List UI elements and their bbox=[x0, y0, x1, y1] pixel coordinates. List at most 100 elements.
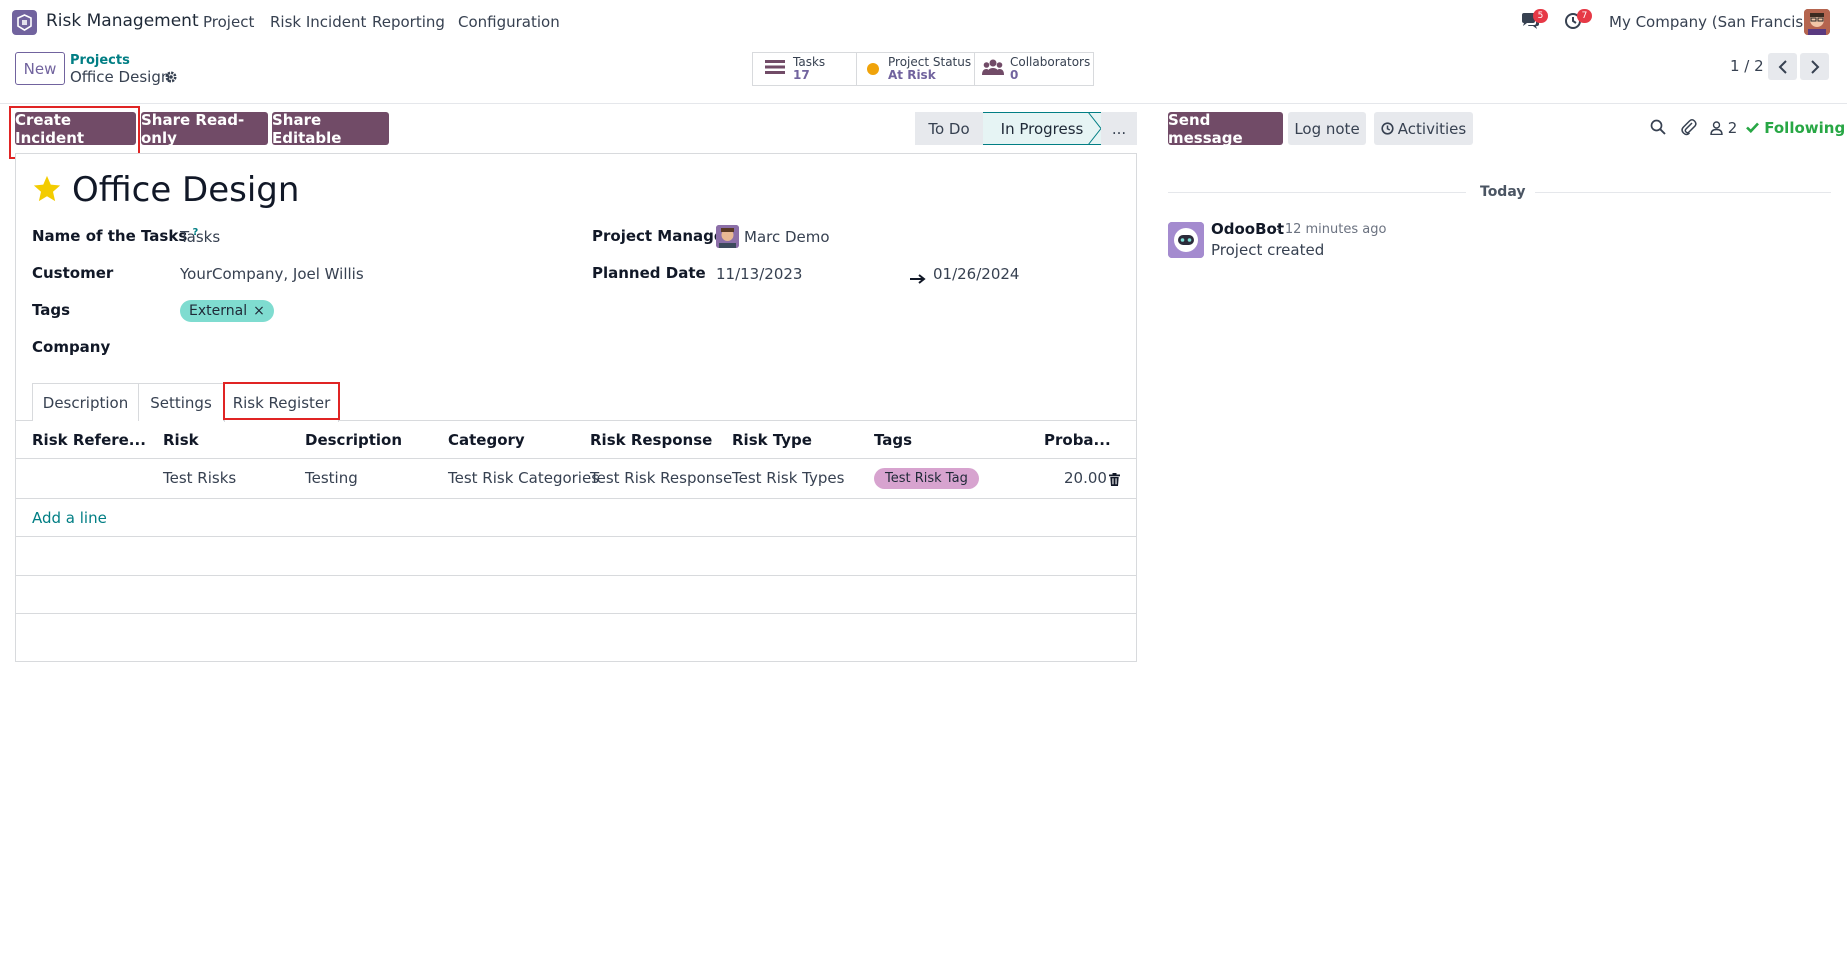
app-logo-icon[interactable] bbox=[12, 10, 37, 35]
table-header-divider bbox=[16, 458, 1136, 459]
cell-risk-response: Test Risk Response bbox=[590, 469, 733, 487]
collaborators-label: Collaborators bbox=[1010, 55, 1091, 69]
planned-date-label: Planned Date bbox=[592, 264, 706, 282]
column-header-category[interactable]: Category bbox=[448, 431, 525, 449]
column-header-tags[interactable]: Tags bbox=[874, 431, 912, 449]
app-name[interactable]: Risk Management bbox=[46, 11, 199, 31]
following-button[interactable]: Following bbox=[1746, 119, 1845, 137]
column-header-description[interactable]: Description bbox=[305, 431, 402, 449]
planned-end-field[interactable]: 01/26/2024 bbox=[933, 265, 1019, 283]
company-label: Company bbox=[32, 338, 111, 356]
add-line-link[interactable]: Add a line bbox=[32, 509, 107, 527]
clock-icon bbox=[1381, 122, 1394, 135]
stat-collaborators[interactable]: Collaborators 0 bbox=[974, 52, 1094, 86]
tab-settings[interactable]: Settings bbox=[138, 383, 224, 421]
create-incident-highlight bbox=[9, 106, 140, 159]
tasks-icon bbox=[765, 59, 785, 79]
message-body: Project created bbox=[1211, 241, 1325, 259]
stage-in-progress[interactable]: In Progress bbox=[983, 112, 1101, 145]
column-header-risk-reference[interactable]: Risk Refere... bbox=[32, 431, 146, 449]
share-editable-button[interactable]: Share Editable bbox=[272, 111, 389, 147]
date-separator-line bbox=[1168, 192, 1466, 193]
menu-configuration[interactable]: Configuration bbox=[458, 13, 560, 31]
risk-register-highlight bbox=[223, 382, 340, 420]
messages-icon[interactable]: 5 bbox=[1520, 9, 1548, 34]
date-separator-line bbox=[1535, 192, 1831, 193]
search-icon[interactable] bbox=[1650, 119, 1666, 139]
collaborators-count: 0 bbox=[1010, 68, 1019, 82]
planned-start-field[interactable]: 11/13/2023 bbox=[716, 265, 802, 283]
project-manager-label: Project Manager bbox=[592, 227, 732, 245]
project-manager-field[interactable]: Marc Demo bbox=[744, 228, 830, 246]
cell-category: Test Risk Categories bbox=[448, 469, 600, 487]
chevron-left-icon bbox=[1778, 59, 1787, 74]
activities-clock-icon[interactable]: 7 bbox=[1564, 9, 1592, 34]
message-timestamp: - 12 minutes ago bbox=[1276, 222, 1387, 237]
stage-arrow-icon bbox=[1088, 112, 1102, 145]
column-header-risk[interactable]: Risk bbox=[163, 431, 199, 449]
status-value: At Risk bbox=[888, 68, 936, 82]
cell-risk-type: Test Risk Types bbox=[732, 469, 845, 487]
cell-description: Testing bbox=[305, 469, 358, 487]
stage-todo[interactable]: To Do bbox=[915, 112, 983, 145]
activities-button-label: Activities bbox=[1397, 119, 1467, 138]
top-navbar: Risk Management Project Risk Incident Re… bbox=[0, 0, 1847, 44]
tag-remove-icon[interactable]: × bbox=[253, 303, 265, 319]
activities-badge: 7 bbox=[1577, 9, 1592, 23]
collaborators-icon bbox=[982, 58, 1004, 80]
column-header-probability[interactable]: Proba... bbox=[1044, 431, 1111, 449]
customer-field[interactable]: YourCompany, Joel Willis bbox=[180, 265, 364, 283]
stage-more-button[interactable]: ... bbox=[1101, 112, 1137, 145]
pager-previous-button[interactable] bbox=[1768, 53, 1797, 80]
odoobot-avatar[interactable] bbox=[1168, 222, 1204, 258]
user-avatar[interactable] bbox=[1804, 9, 1830, 35]
favorite-star-icon[interactable] bbox=[32, 174, 62, 204]
menu-risk-incident[interactable]: Risk Incident bbox=[270, 13, 366, 31]
new-button[interactable]: New bbox=[15, 52, 65, 85]
paperclip-icon[interactable] bbox=[1681, 119, 1697, 140]
arrow-right-icon bbox=[910, 270, 926, 288]
chevron-right-icon bbox=[1810, 59, 1819, 74]
control-panel-divider bbox=[0, 103, 1847, 104]
tab-description[interactable]: Description bbox=[32, 383, 139, 421]
tag-external-label: External bbox=[189, 303, 248, 319]
breadcrumb-projects[interactable]: Projects bbox=[70, 53, 130, 68]
cell-probability: 20.00 bbox=[1064, 469, 1107, 487]
gear-icon[interactable] bbox=[164, 70, 178, 84]
cell-risk: Test Risks bbox=[163, 469, 237, 487]
share-readonly-button[interactable]: Share Read-only bbox=[141, 111, 268, 147]
menu-project[interactable]: Project bbox=[203, 13, 254, 31]
tags-label: Tags bbox=[32, 301, 71, 319]
log-note-button[interactable]: Log note bbox=[1288, 112, 1366, 145]
messages-badge: 5 bbox=[1533, 9, 1548, 23]
breadcrumb-current: Office Design bbox=[70, 68, 171, 86]
row-divider bbox=[16, 575, 1136, 576]
stat-project-status[interactable]: Project Status At Risk bbox=[856, 52, 975, 86]
menu-reporting[interactable]: Reporting bbox=[372, 13, 445, 31]
name-tasks-label: Name of the Tasks ? bbox=[32, 227, 199, 245]
name-tasks-field[interactable]: Tasks bbox=[180, 228, 220, 246]
date-separator: Today bbox=[1480, 184, 1526, 200]
message-author[interactable]: OdooBot bbox=[1211, 220, 1284, 238]
delete-row-trash-icon[interactable] bbox=[1109, 472, 1120, 490]
row-divider bbox=[16, 613, 1136, 614]
check-icon bbox=[1746, 122, 1759, 134]
following-label: Following bbox=[1764, 119, 1846, 137]
tag-external[interactable]: External × bbox=[180, 300, 274, 322]
pager-value[interactable]: 1 / 2 bbox=[1730, 57, 1764, 75]
stat-tasks[interactable]: Tasks 17 bbox=[752, 52, 857, 86]
company-switcher[interactable]: My Company (San Francisco) bbox=[1609, 13, 1826, 31]
row-divider bbox=[16, 498, 1136, 499]
pager-next-button[interactable] bbox=[1800, 53, 1829, 80]
followers-button[interactable]: 2 bbox=[1710, 119, 1737, 137]
followers-count: 2 bbox=[1727, 119, 1738, 137]
cell-tag-badge: Test Risk Tag bbox=[874, 468, 979, 489]
customer-label: Customer bbox=[32, 264, 114, 282]
column-header-risk-type[interactable]: Risk Type bbox=[732, 431, 812, 449]
send-message-button[interactable]: Send message bbox=[1168, 111, 1283, 147]
activities-button[interactable]: Activities bbox=[1374, 112, 1473, 145]
project-manager-avatar bbox=[716, 225, 739, 248]
user-icon bbox=[1710, 121, 1723, 136]
project-title[interactable]: Office Design bbox=[72, 170, 299, 210]
column-header-risk-response[interactable]: Risk Response bbox=[590, 431, 712, 449]
